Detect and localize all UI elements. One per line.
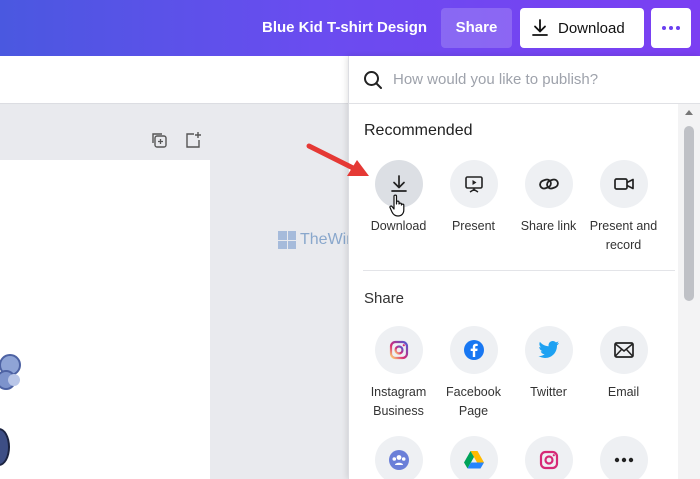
option-label: Facebook Page <box>446 385 501 418</box>
option-google-drive[interactable] <box>436 436 511 479</box>
option-label: Instagram Business <box>370 385 427 418</box>
more-icon <box>599 436 648 479</box>
download-icon <box>532 19 548 36</box>
more-options-button[interactable] <box>651 8 691 48</box>
instagram-icon <box>374 326 423 374</box>
google-drive-icon <box>449 436 498 479</box>
publish-search <box>349 56 700 104</box>
facebook-icon <box>449 326 498 374</box>
document-title[interactable]: Blue Kid T-shirt Design <box>262 19 427 36</box>
download-button[interactable]: Download <box>520 8 644 48</box>
section-divider <box>363 270 675 271</box>
video-camera-icon <box>599 160 648 208</box>
email-icon <box>599 326 648 374</box>
option-label: Download <box>370 219 427 233</box>
option-label: Twitter <box>530 385 567 399</box>
add-page-icon[interactable] <box>184 131 204 151</box>
option-label: Present and record <box>589 219 658 252</box>
option-share-link[interactable]: Share link <box>511 160 586 255</box>
option-more[interactable] <box>586 436 661 479</box>
share-options: Instagram Business Facebook Page Twitter… <box>361 326 691 421</box>
panel-scrollbar[interactable] <box>678 104 700 479</box>
share-button[interactable]: Share <box>441 8 512 48</box>
option-group[interactable] <box>361 436 436 479</box>
publish-panel: Recommended Download Present Share link … <box>348 56 700 479</box>
dot <box>676 26 680 30</box>
option-instagram-business[interactable]: Instagram Business <box>361 326 436 421</box>
recommended-options: Download Present Share link Present and … <box>361 160 691 255</box>
download-button-label: Download <box>558 19 625 37</box>
design-page[interactable] <box>0 160 210 479</box>
more-share-options <box>361 436 691 479</box>
option-present-and-record[interactable]: Present and record <box>586 160 661 255</box>
option-label: Email <box>607 385 640 399</box>
twitter-icon <box>524 326 573 374</box>
link-icon <box>524 160 573 208</box>
scroll-thumb[interactable] <box>684 126 694 301</box>
option-facebook-page[interactable]: Facebook Page <box>436 326 511 421</box>
option-email[interactable]: Email <box>586 326 661 421</box>
option-label: Share link <box>520 219 577 233</box>
page-tools <box>150 131 204 151</box>
design-graphic <box>0 354 21 390</box>
option-present[interactable]: Present <box>436 160 511 255</box>
hand-cursor-icon <box>389 194 405 217</box>
duplicate-page-icon[interactable] <box>150 131 170 151</box>
recommended-heading: Recommended <box>364 122 473 139</box>
red-arrow-annotation <box>306 143 369 176</box>
option-label: Present <box>451 219 496 233</box>
watermark-logo-icon <box>278 231 296 249</box>
present-icon <box>449 160 498 208</box>
dot <box>669 26 673 30</box>
top-bar: Blue Kid T-shirt Design Share Download <box>0 0 700 56</box>
dot <box>662 26 666 30</box>
instagram-icon <box>524 436 573 479</box>
share-heading: Share <box>364 290 405 307</box>
publish-search-input[interactable] <box>393 71 673 88</box>
option-twitter[interactable]: Twitter <box>511 326 586 421</box>
group-icon <box>374 436 423 479</box>
scroll-up-arrow-icon[interactable] <box>685 110 693 115</box>
search-icon <box>364 70 382 89</box>
editor-toolbar <box>0 56 350 104</box>
option-instagram[interactable] <box>511 436 586 479</box>
